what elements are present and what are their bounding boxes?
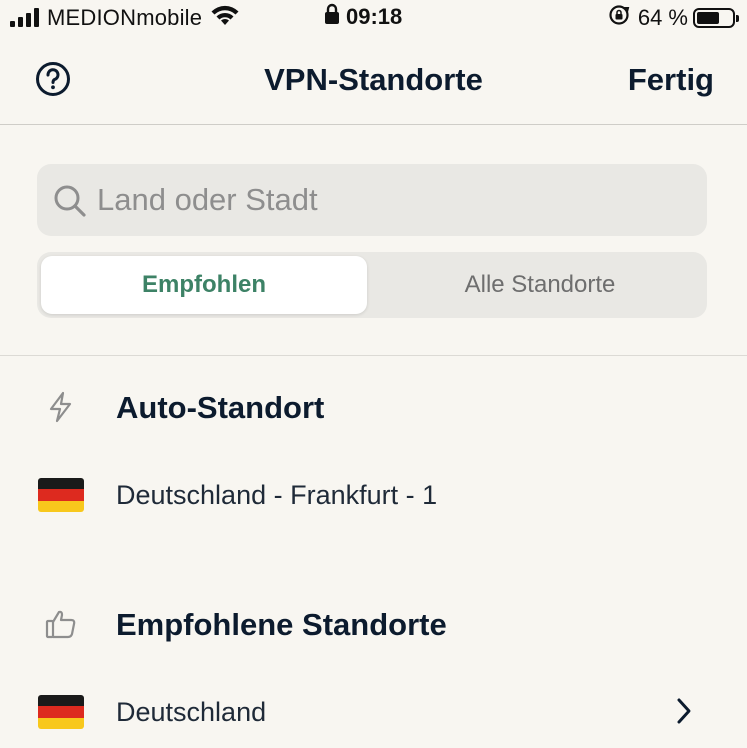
list-item-frankfurt[interactable]: Deutschland - Frankfurt - 1: [0, 466, 747, 526]
thumbs-up-icon: [44, 607, 78, 641]
search-input[interactable]: [97, 164, 687, 236]
nav-bar: VPN-Standorte Fertig: [0, 34, 747, 125]
signal-icon: [10, 8, 39, 27]
lock-icon: [324, 3, 340, 30]
segment-empfohlen[interactable]: Empfohlen: [41, 256, 367, 314]
done-button[interactable]: Fertig: [628, 62, 714, 98]
germany-flag-icon: [38, 695, 84, 729]
battery-icon: [693, 7, 739, 28]
segmented-control: Empfohlen Alle Standorte: [37, 252, 707, 318]
section-auto-standort: Auto-Standort: [0, 378, 747, 438]
divider: [0, 355, 747, 356]
search-icon: [53, 184, 87, 223]
section-title-recommended: Empfohlene Standorte: [116, 607, 447, 642]
section-empfohlene-standorte: Empfohlene Standorte: [0, 595, 747, 655]
status-center: 09:18: [324, 3, 402, 30]
location-label: Deutschland - Frankfurt - 1: [116, 480, 438, 510]
status-left: MEDIONmobile: [10, 4, 240, 31]
search-field[interactable]: [37, 164, 707, 236]
clock-time: 09:18: [346, 3, 403, 29]
carrier-name: MEDIONmobile: [47, 4, 203, 30]
wifi-icon: [210, 4, 240, 31]
location-label: Deutschland: [116, 697, 267, 727]
list-item-deutschland[interactable]: Deutschland: [0, 683, 747, 743]
section-title-auto: Auto-Standort: [116, 390, 325, 425]
chevron-right-icon[interactable]: [675, 697, 693, 730]
status-right: 64 %: [608, 4, 739, 31]
orientation-lock-icon: [608, 4, 630, 31]
lightning-icon: [44, 390, 78, 424]
status-bar: MEDIONmobile 09:18 64 %: [0, 0, 747, 34]
segment-alle-standorte[interactable]: Alle Standorte: [377, 256, 703, 314]
germany-flag-icon: [38, 478, 84, 512]
battery-percent: 64 %: [637, 4, 688, 30]
